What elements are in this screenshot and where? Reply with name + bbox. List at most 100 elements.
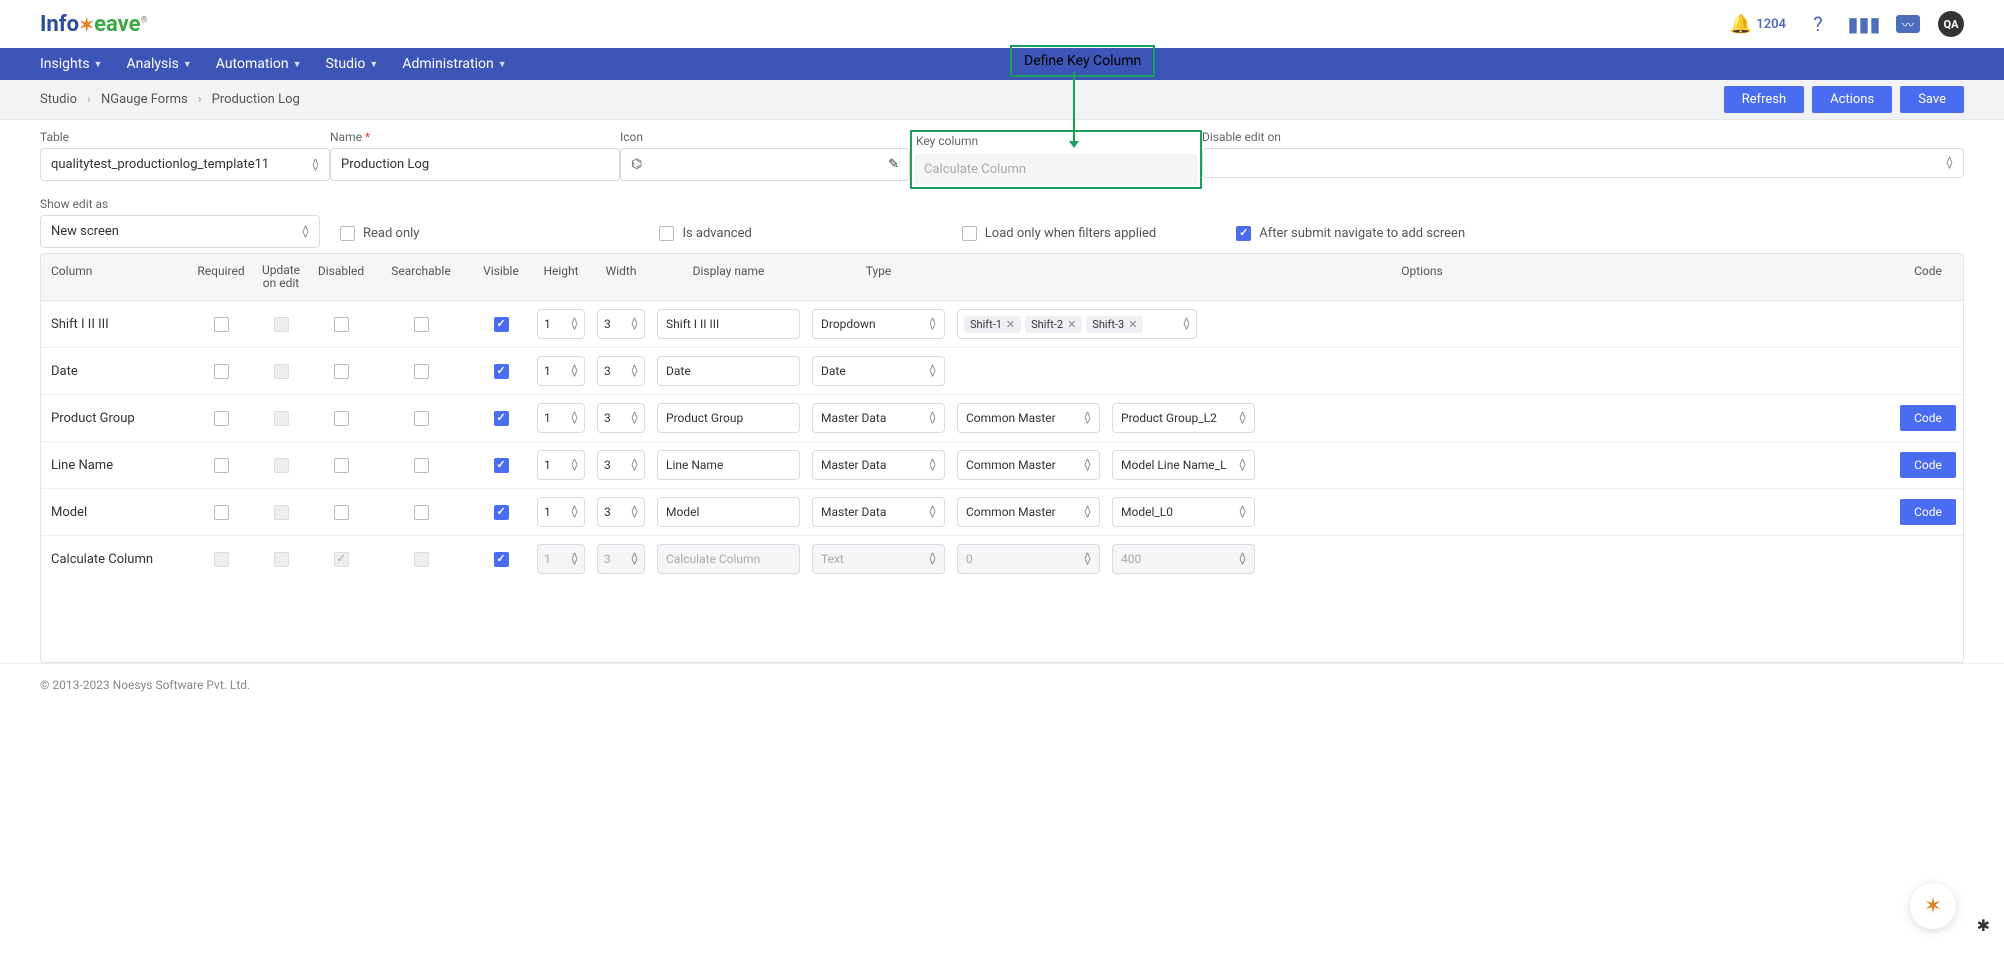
width-input[interactable]: 3˄˅ xyxy=(597,450,645,480)
disableedit-label: Disable edit on xyxy=(1202,130,1964,144)
save-button[interactable]: Save xyxy=(1900,86,1964,113)
icon-input[interactable]: ⌬ ✎ xyxy=(620,148,910,181)
visible-checkbox[interactable] xyxy=(494,317,509,332)
update-checkbox[interactable] xyxy=(274,552,289,567)
visible-checkbox[interactable] xyxy=(494,505,509,520)
width-input[interactable]: 3˄˅ xyxy=(597,497,645,527)
crumb-ngauge[interactable]: NGauge Forms xyxy=(101,92,188,107)
remove-chip-icon[interactable]: ✕ xyxy=(1006,318,1015,331)
disableedit-select[interactable]: ˄˅ xyxy=(1202,148,1964,178)
type-select[interactable]: Dropdown˄˅ xyxy=(812,309,945,339)
nav-studio[interactable]: Studio▼ xyxy=(325,56,378,72)
edit-icon[interactable]: ✎ xyxy=(888,157,899,172)
disabled-checkbox[interactable] xyxy=(334,458,349,473)
width-input[interactable]: 3˄˅ xyxy=(597,309,645,339)
type-select[interactable]: Master Data˄˅ xyxy=(812,497,945,527)
option2-select[interactable]: Product Group_L2˄˅ xyxy=(1112,403,1255,433)
option-chip[interactable]: Shift-3✕ xyxy=(1086,316,1143,333)
app-logo: Info✶eave® xyxy=(40,12,148,37)
displayname-input[interactable]: Date xyxy=(657,356,800,386)
option2-select[interactable]: Model Line Name_L˄˅ xyxy=(1112,450,1255,480)
table-row: Shift I II III 1˄˅ 3˄˅ Shift I II III Dr… xyxy=(41,301,1963,348)
aftersubmit-checkbox[interactable]: After submit navigate to add screen xyxy=(1236,226,1465,241)
searchable-checkbox[interactable] xyxy=(414,364,429,379)
showedit-select[interactable]: New screen˄˅ xyxy=(40,215,320,248)
required-checkbox[interactable] xyxy=(214,411,229,426)
update-checkbox[interactable] xyxy=(274,317,289,332)
code-button[interactable]: Code xyxy=(1900,405,1956,431)
refresh-button[interactable]: Refresh xyxy=(1724,86,1804,113)
code-button[interactable]: Code xyxy=(1900,499,1956,525)
advanced-checkbox[interactable]: Is advanced xyxy=(659,226,751,241)
displayname-input[interactable]: Shift I II III xyxy=(657,309,800,339)
searchable-checkbox[interactable] xyxy=(414,317,429,332)
required-checkbox[interactable] xyxy=(214,552,229,567)
height-input: 1˄˅ xyxy=(537,544,585,574)
searchable-checkbox[interactable] xyxy=(414,411,429,426)
disabled-checkbox[interactable] xyxy=(334,411,349,426)
type-select[interactable]: Master Data˄˅ xyxy=(812,450,945,480)
update-checkbox[interactable] xyxy=(274,505,289,520)
height-input[interactable]: 1˄˅ xyxy=(537,309,585,339)
bug-icon[interactable]: ✱ xyxy=(1977,916,1990,935)
option1-select[interactable]: Common Master˄˅ xyxy=(957,450,1100,480)
visible-checkbox[interactable] xyxy=(494,411,509,426)
displayname-input[interactable]: Line Name xyxy=(657,450,800,480)
option1-select[interactable]: Common Master˄˅ xyxy=(957,403,1100,433)
table-select[interactable]: qualitytest_productionlog_template11˄˅ xyxy=(40,148,330,181)
visible-checkbox[interactable] xyxy=(494,552,509,567)
help-icon[interactable]: ? xyxy=(1804,10,1832,38)
height-input[interactable]: 1˄˅ xyxy=(537,450,585,480)
crumb-studio[interactable]: Studio xyxy=(40,92,77,107)
nav-analysis[interactable]: Analysis▼ xyxy=(126,56,191,72)
searchable-checkbox[interactable] xyxy=(414,458,429,473)
readonly-checkbox[interactable]: Read only xyxy=(340,226,419,241)
width-input[interactable]: 3˄˅ xyxy=(597,403,645,433)
remove-chip-icon[interactable]: ✕ xyxy=(1128,318,1137,331)
height-input[interactable]: 1˄˅ xyxy=(537,356,585,386)
nav-automation[interactable]: Automation▼ xyxy=(216,56,302,72)
required-checkbox[interactable] xyxy=(214,458,229,473)
keycolumn-select[interactable]: Calculate Column xyxy=(914,154,1198,185)
option2-select[interactable]: Model_L0˄˅ xyxy=(1112,497,1255,527)
bell-icon: 🔔 xyxy=(1730,14,1752,35)
width-input[interactable]: 3˄˅ xyxy=(597,356,645,386)
required-checkbox[interactable] xyxy=(214,505,229,520)
library-icon[interactable]: ▮▮▮ xyxy=(1850,10,1878,38)
update-checkbox[interactable] xyxy=(274,458,289,473)
monitor-icon[interactable]: 〰 xyxy=(1896,15,1920,33)
visible-checkbox[interactable] xyxy=(494,458,509,473)
required-checkbox[interactable] xyxy=(214,317,229,332)
nav-administration[interactable]: Administration▼ xyxy=(402,56,506,72)
name-input[interactable]: Production Log xyxy=(330,148,620,181)
visible-checkbox[interactable] xyxy=(494,364,509,379)
height-input[interactable]: 1˄˅ xyxy=(537,497,585,527)
searchable-checkbox[interactable] xyxy=(414,552,429,567)
user-avatar[interactable]: QA xyxy=(1938,11,1964,37)
displayname-input[interactable]: Model xyxy=(657,497,800,527)
required-checkbox[interactable] xyxy=(214,364,229,379)
main-nav: Insights▼ Analysis▼ Automation▼ Studio▼ … xyxy=(0,48,2004,80)
searchable-checkbox[interactable] xyxy=(414,505,429,520)
options-chips-input[interactable]: Shift-1✕Shift-2✕Shift-3✕˄˅ xyxy=(957,309,1197,339)
update-checkbox[interactable] xyxy=(274,364,289,379)
displayname-input[interactable]: Product Group xyxy=(657,403,800,433)
disabled-checkbox[interactable] xyxy=(334,505,349,520)
actions-button[interactable]: Actions xyxy=(1812,86,1892,113)
option1-select[interactable]: Common Master˄˅ xyxy=(957,497,1100,527)
loadonly-checkbox[interactable]: Load only when filters applied xyxy=(962,226,1156,241)
notification-badge[interactable]: 🔔 1204 xyxy=(1730,14,1786,35)
height-input[interactable]: 1˄˅ xyxy=(537,403,585,433)
remove-chip-icon[interactable]: ✕ xyxy=(1067,318,1076,331)
option-chip[interactable]: Shift-2✕ xyxy=(1025,316,1082,333)
nav-insights[interactable]: Insights▼ xyxy=(40,56,102,72)
update-checkbox[interactable] xyxy=(274,411,289,426)
disabled-checkbox[interactable] xyxy=(334,364,349,379)
type-select[interactable]: Date˄˅ xyxy=(812,356,945,386)
type-select[interactable]: Master Data˄˅ xyxy=(812,403,945,433)
disabled-checkbox[interactable] xyxy=(334,317,349,332)
disabled-checkbox[interactable] xyxy=(334,552,349,567)
fab-button[interactable]: ✶ xyxy=(1910,883,1956,929)
code-button[interactable]: Code xyxy=(1900,452,1956,478)
option-chip[interactable]: Shift-1✕ xyxy=(964,316,1021,333)
